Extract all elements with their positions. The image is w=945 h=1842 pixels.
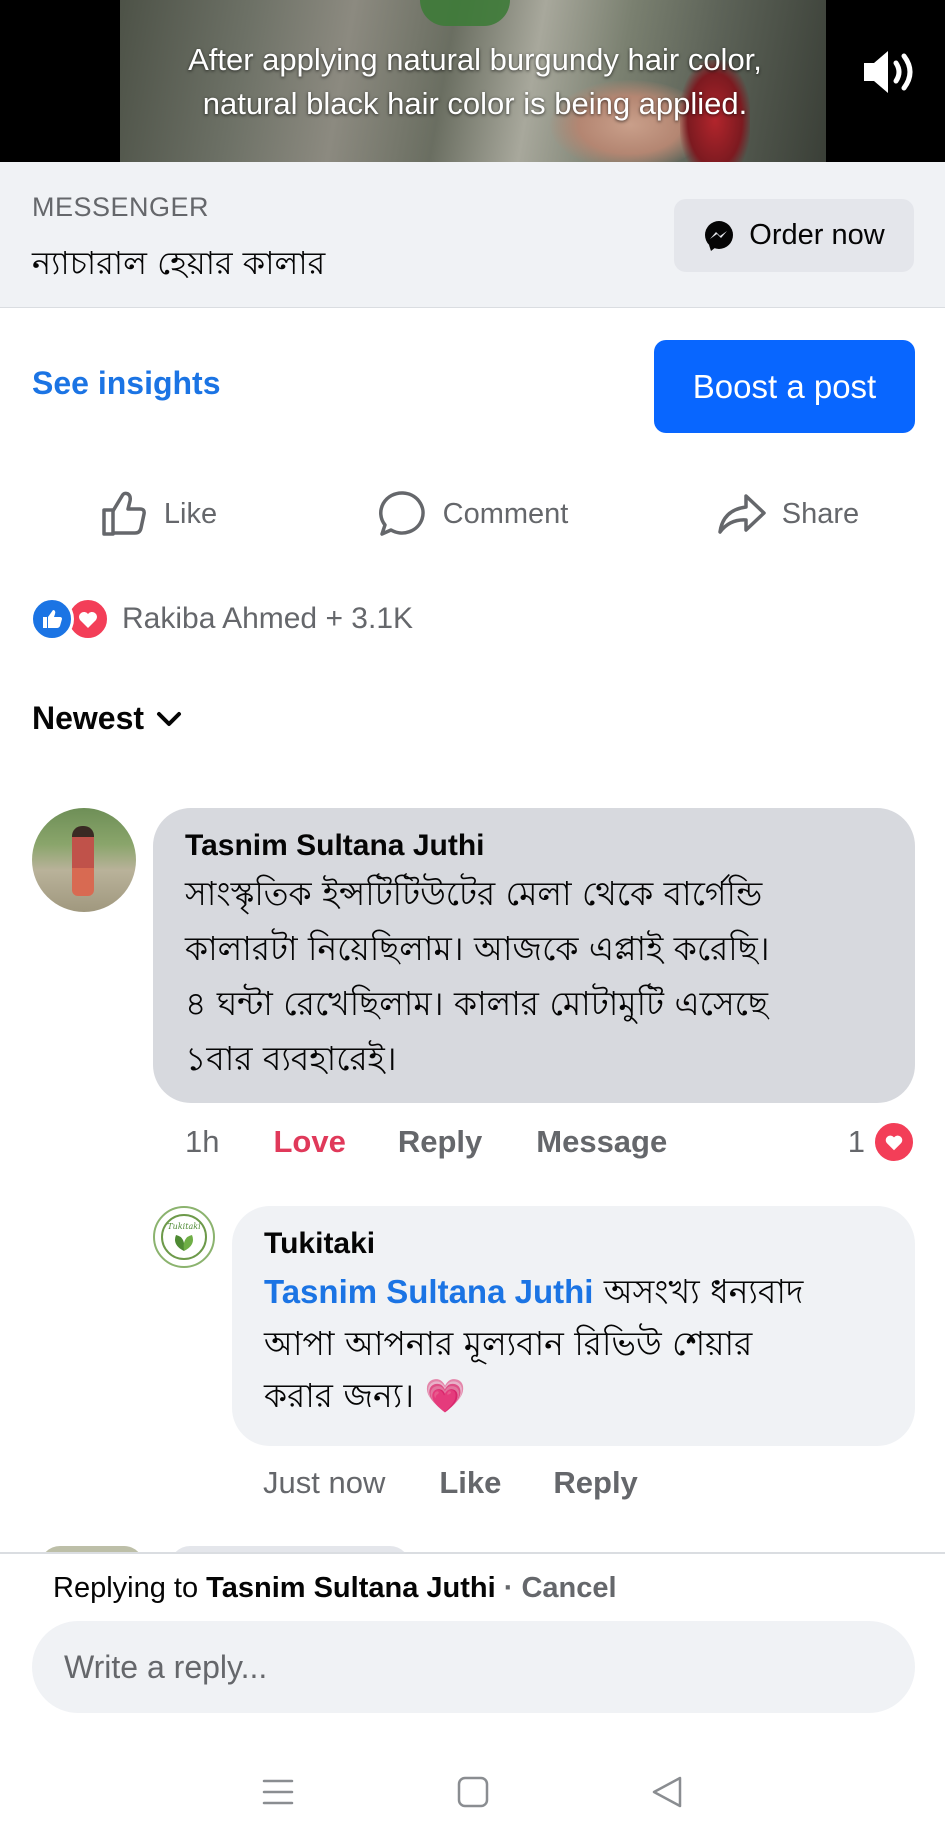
boost-post-button[interactable]: Boost a post bbox=[654, 340, 915, 433]
comment-bubble: Tasnim Sultana Juthi সাংস্কৃতিক ইন্সটিটি… bbox=[153, 808, 915, 1103]
heart-emoji: 💗 bbox=[424, 1376, 466, 1415]
avatar-person bbox=[72, 826, 94, 896]
video-caption: After applying natural burgundy hair col… bbox=[140, 38, 810, 126]
video-player[interactable]: After applying natural burgundy hair col… bbox=[0, 0, 945, 162]
sort-label: Newest bbox=[32, 700, 145, 736]
messenger-cta-bar: MESSENGER ন্যাচারাল হেয়ার কালার Order n… bbox=[0, 162, 945, 308]
reactions-summary[interactable]: Rakiba Ahmed + 3.1K bbox=[30, 596, 413, 642]
comment-text: সাংস্কৃতিক ইন্সটিটিউটের মেলা থেকে বার্গে… bbox=[185, 866, 883, 1086]
page-avatar[interactable]: Tukitaki bbox=[153, 1206, 215, 1268]
avatar-logo-text: Tukitaki bbox=[167, 1222, 201, 1231]
reply-time: Just now bbox=[263, 1465, 386, 1500]
heart-icon bbox=[873, 1121, 915, 1163]
caption-line-2: natural black hair color is being applie… bbox=[202, 86, 748, 121]
leaf-decoration bbox=[420, 0, 510, 26]
replying-name: Tasnim Sultana Juthi bbox=[206, 1572, 496, 1604]
message-button[interactable]: Message bbox=[536, 1124, 667, 1160]
comment-author[interactable]: Tasnim Sultana Juthi bbox=[185, 826, 883, 866]
comment-button[interactable]: Comment bbox=[315, 480, 630, 548]
reply-button[interactable]: Reply bbox=[398, 1124, 482, 1160]
reply-line-1: Tasnim Sultana Juthi অসংখ্য ধন্যবাদ bbox=[264, 1266, 883, 1318]
reaction-count-number: 1 bbox=[847, 1124, 865, 1159]
volume-icon[interactable] bbox=[860, 46, 918, 98]
cancel-reply-button[interactable]: Cancel bbox=[521, 1572, 616, 1604]
comment-actions: 1h Love Reply Message 1 bbox=[185, 1120, 915, 1164]
comment-line: সাংস্কৃতিক ইন্সটিটিউটের মেলা থেকে বার্গে… bbox=[185, 874, 763, 913]
reply-composer: Replying to Tasnim Sultana Juthi · Cance… bbox=[0, 1552, 945, 1742]
reply-line-3: করার জন্য। 💗 bbox=[264, 1370, 883, 1422]
reply-input[interactable]: Write a reply... bbox=[32, 1621, 915, 1713]
order-now-button[interactable]: Order now bbox=[674, 199, 914, 272]
back-triangle-icon[interactable] bbox=[648, 1772, 688, 1812]
thumbs-up-icon bbox=[102, 491, 146, 536]
like-reaction-icon bbox=[30, 597, 74, 641]
replying-to-banner: Replying to Tasnim Sultana Juthi · Cance… bbox=[53, 1572, 617, 1605]
reply-text-after-mention: অসংখ্য ধন্যবাদ bbox=[593, 1272, 804, 1311]
replying-prefix: Replying to bbox=[53, 1572, 207, 1604]
love-button[interactable]: Love bbox=[273, 1124, 345, 1160]
chevron-down-icon bbox=[157, 711, 182, 726]
post-action-row: Like Comment Share bbox=[0, 480, 945, 548]
reply-line: করার জন্য। bbox=[264, 1376, 415, 1415]
comment-sort-dropdown[interactable]: Newest bbox=[32, 700, 182, 737]
reply-author[interactable]: Tukitaki bbox=[264, 1222, 883, 1266]
see-insights-link[interactable]: See insights bbox=[32, 365, 221, 402]
reactions-count: Rakiba Ahmed + 3.1K bbox=[122, 602, 414, 635]
share-arrow-icon bbox=[718, 494, 766, 534]
comment-reaction-count[interactable]: 1 bbox=[848, 1121, 915, 1163]
comment-label: Comment bbox=[442, 497, 569, 530]
reply-reply-button[interactable]: Reply bbox=[553, 1465, 637, 1501]
home-square-icon[interactable] bbox=[453, 1772, 493, 1812]
reply-bubble: Tukitaki Tasnim Sultana Juthi অসংখ্য ধন্… bbox=[232, 1206, 915, 1446]
replying-separator: · bbox=[495, 1572, 522, 1604]
comment-time: 1h bbox=[185, 1124, 220, 1159]
reply-actions: Just now Like Reply bbox=[263, 1461, 690, 1505]
comment-line: ৪ ঘন্টা রেখেছিলাম। কালার মোটামুটি এসেছে bbox=[185, 984, 768, 1023]
like-label: Like bbox=[163, 497, 218, 530]
mention-link[interactable]: Tasnim Sultana Juthi bbox=[264, 1273, 593, 1310]
system-nav-bar bbox=[0, 1742, 945, 1842]
reply-line: আপা আপনার মূল্যবান রিভিউ শেয়ার bbox=[264, 1324, 753, 1363]
messenger-label: MESSENGER bbox=[32, 192, 210, 222]
comment-line: কালারটা নিয়েছিলাম। আজকে এপ্লাই করেছি। bbox=[185, 929, 770, 968]
share-label: Share bbox=[781, 497, 860, 530]
reply-like-button[interactable]: Like bbox=[439, 1465, 501, 1501]
order-now-label: Order now bbox=[749, 219, 885, 251]
commenter-avatar[interactable] bbox=[32, 808, 136, 912]
caption-line-1: After applying natural burgundy hair col… bbox=[188, 42, 762, 77]
product-title: ন্যাচারাল হেয়ার কালার bbox=[32, 244, 326, 282]
like-button[interactable]: Like bbox=[0, 480, 315, 548]
menu-icon[interactable] bbox=[258, 1772, 298, 1812]
comment-line: ১বার ব্যবহারেই। bbox=[185, 1039, 397, 1078]
leaf-logo-icon: Tukitaki bbox=[161, 1214, 207, 1260]
messenger-icon bbox=[705, 220, 734, 251]
reply-text: Tasnim Sultana Juthi অসংখ্য ধন্যবাদ আপা … bbox=[264, 1266, 883, 1422]
comment-bubble-icon bbox=[378, 491, 425, 536]
share-button[interactable]: Share bbox=[630, 480, 945, 548]
